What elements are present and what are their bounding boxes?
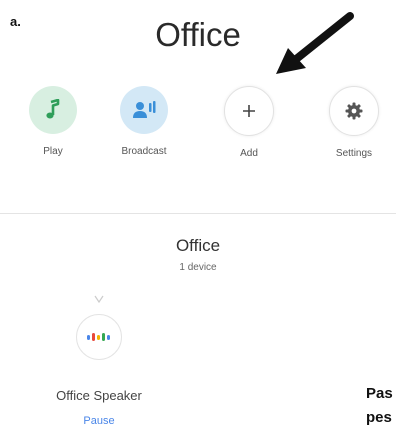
settings-circle xyxy=(329,86,379,136)
speaker-dots-icon xyxy=(87,333,110,341)
add-circle xyxy=(224,86,274,136)
device-count: 1 device xyxy=(179,262,217,273)
broadcast-circle xyxy=(120,86,168,134)
play-button[interactable]: Play xyxy=(18,86,88,157)
broadcast-icon xyxy=(133,101,156,118)
plus-icon xyxy=(243,105,255,117)
add-label: Add xyxy=(240,148,258,159)
add-button[interactable]: Add xyxy=(214,86,284,159)
device-card-office-speaker[interactable]: Office Speaker Pause xyxy=(24,294,174,427)
side-text-line-2: pes xyxy=(366,409,392,426)
settings-button[interactable]: Settings xyxy=(319,86,389,159)
device-name: Office Speaker xyxy=(56,388,142,403)
play-label: Play xyxy=(43,146,63,157)
music-note-icon xyxy=(46,99,60,119)
room-name: Office xyxy=(175,236,221,255)
device-icon-circle xyxy=(76,314,122,360)
play-circle xyxy=(29,86,77,134)
selection-caret-icon xyxy=(94,295,104,304)
gear-icon xyxy=(345,102,363,120)
cropped-side-text: Pas pes xyxy=(366,382,393,430)
pointer-arrow-icon xyxy=(276,12,354,74)
broadcast-button[interactable]: Broadcast xyxy=(109,86,179,157)
side-text-line-1: Pas xyxy=(366,385,393,402)
pause-button[interactable]: Pause xyxy=(24,415,174,427)
broadcast-label: Broadcast xyxy=(121,146,167,157)
settings-label: Settings xyxy=(335,148,373,159)
section-divider xyxy=(0,213,396,214)
